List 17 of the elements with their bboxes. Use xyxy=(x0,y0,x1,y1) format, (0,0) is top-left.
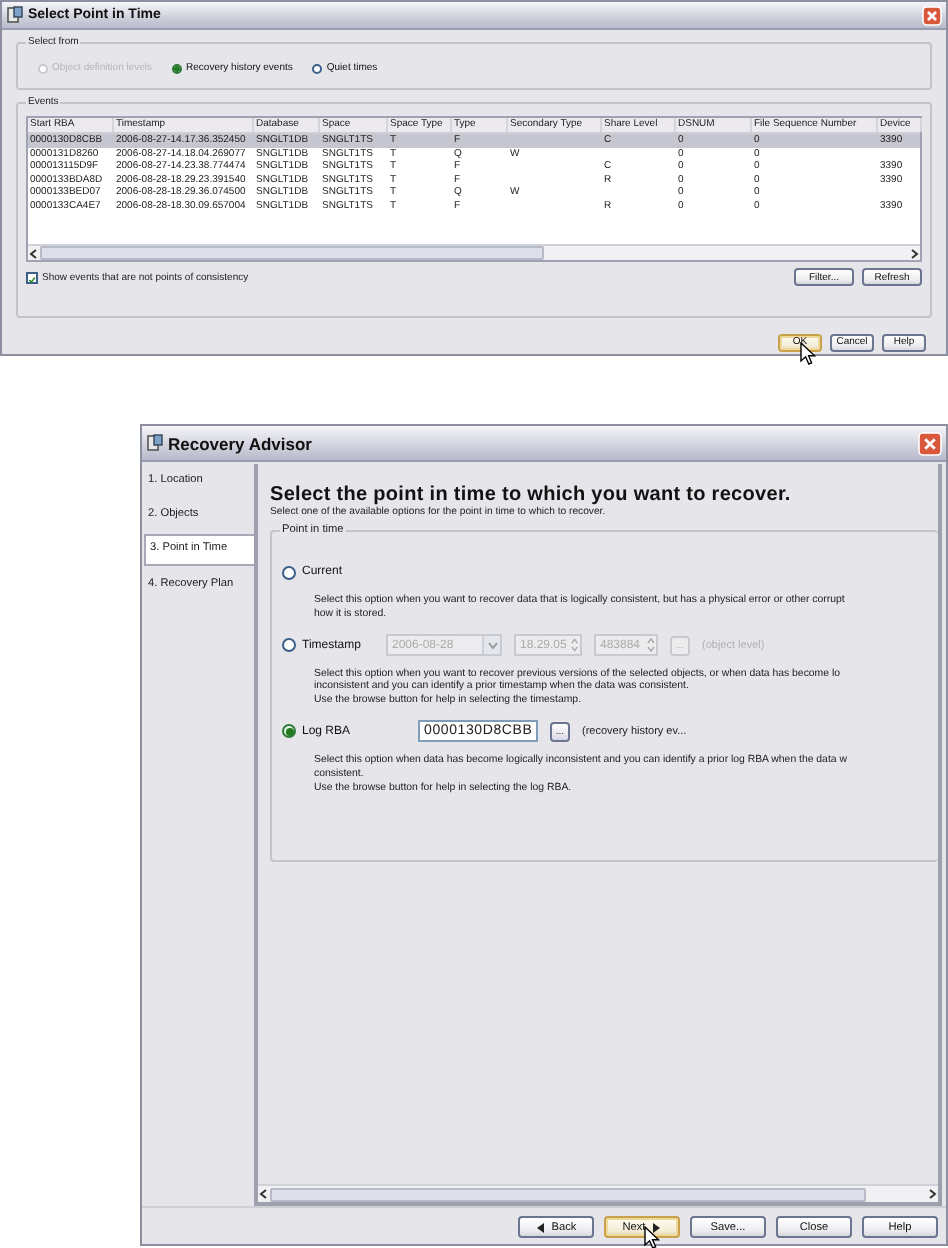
scroll-right-icon[interactable] xyxy=(908,247,920,259)
check-icon xyxy=(28,273,36,285)
window-icon xyxy=(6,6,24,24)
page-heading: Select the point in time to which you want to recover. xyxy=(270,484,793,506)
mouse-pointer-icon xyxy=(643,1225,660,1248)
scroll-right-icon[interactable] xyxy=(926,1188,938,1200)
close-icon[interactable] xyxy=(918,431,942,455)
scroll-left-icon[interactable] xyxy=(258,1188,270,1200)
window-icon xyxy=(146,434,164,452)
horizontal-scrollbar[interactable] xyxy=(258,1184,938,1202)
window-title: Recovery Advisor xyxy=(168,433,314,453)
close-icon[interactable] xyxy=(922,5,942,25)
scroll-left-icon[interactable] xyxy=(28,247,40,259)
mouse-pointer-icon xyxy=(800,342,817,367)
horizontal-scrollbar[interactable] xyxy=(28,244,920,260)
back-arrow-icon xyxy=(535,1221,546,1233)
forward-arrow-icon xyxy=(651,1221,662,1233)
